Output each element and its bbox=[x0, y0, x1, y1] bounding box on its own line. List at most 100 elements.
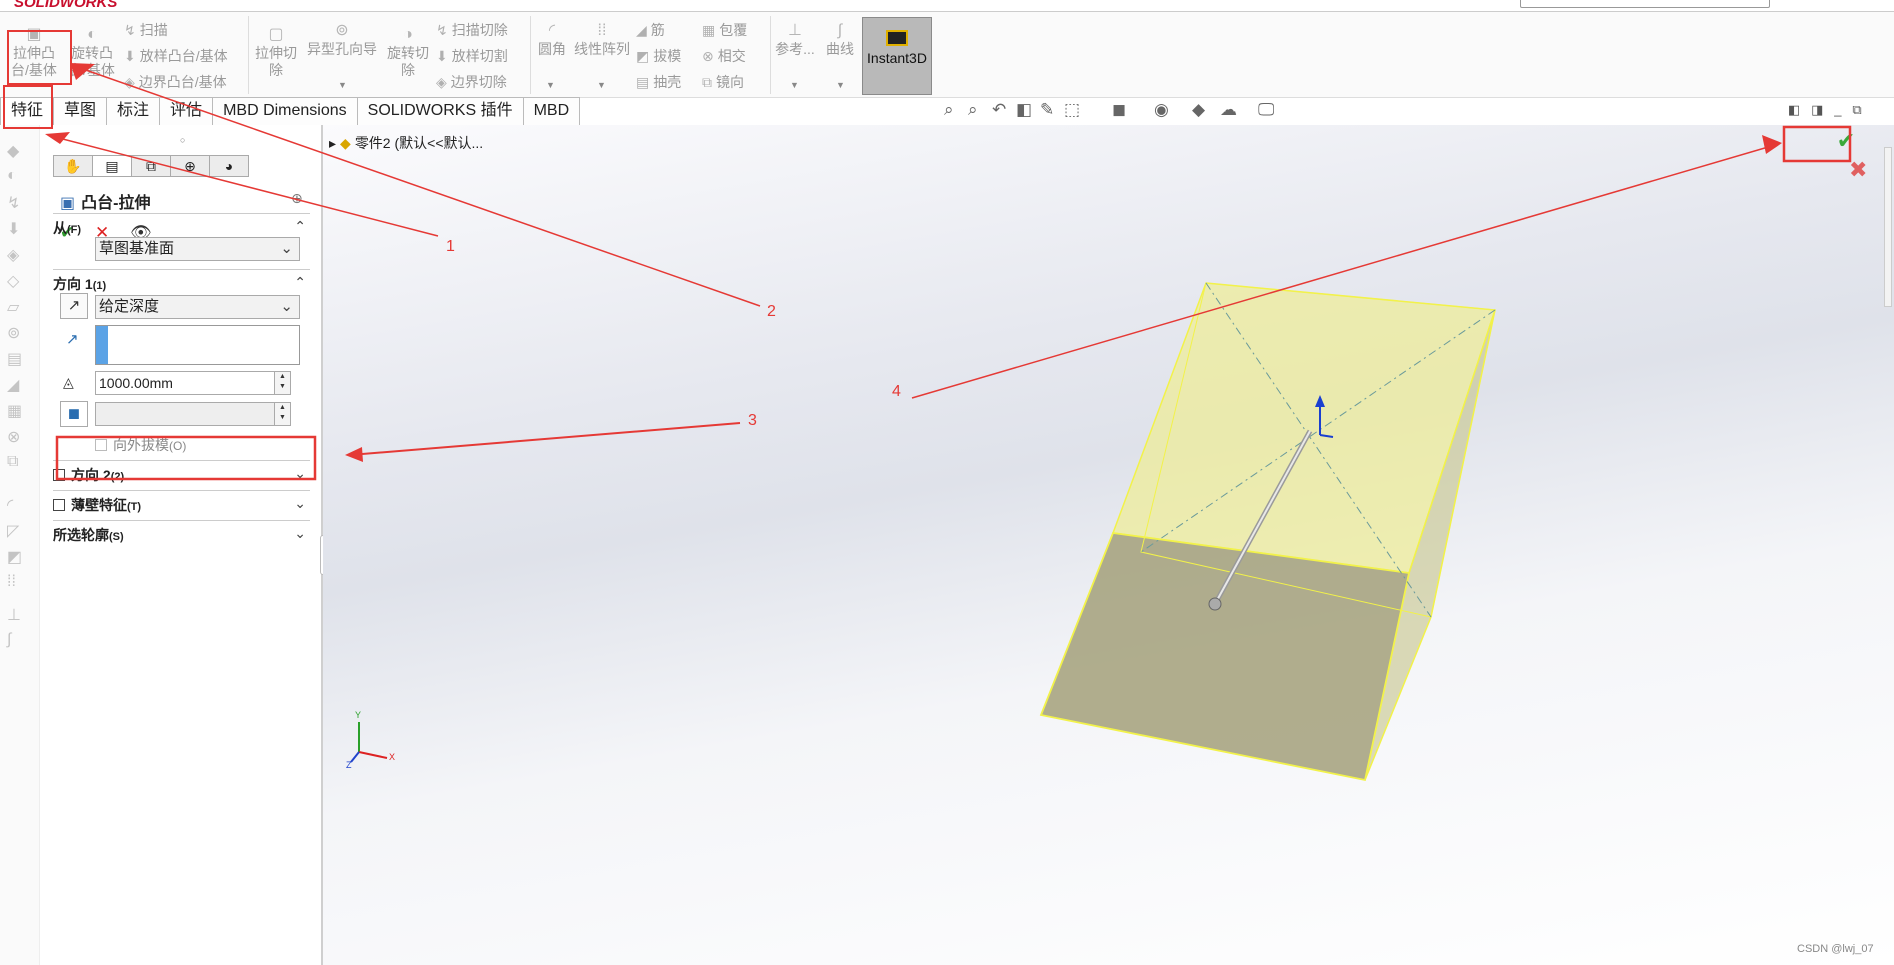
chevron-down-icon[interactable]: ▼ bbox=[338, 80, 347, 90]
end-condition-select[interactable]: 给定深度 ⌄ bbox=[95, 295, 300, 319]
view-settings-icon[interactable]: 🖵 bbox=[1258, 100, 1274, 120]
sweep-button[interactable]: ↯ 扫描 bbox=[124, 20, 168, 40]
reference-icon[interactable]: ⊥ bbox=[7, 605, 21, 625]
view-orientation-icon[interactable]: ⬚ bbox=[1064, 100, 1080, 120]
curves-icon[interactable]: ∫ bbox=[7, 631, 11, 649]
panel-collapse-handle[interactable]: ○ bbox=[180, 135, 185, 145]
property-manager-tab-icon[interactable]: ▤ bbox=[92, 155, 132, 177]
direction2-section[interactable]: 方向 2(2) ⌄ bbox=[53, 460, 310, 485]
drag-handle[interactable] bbox=[1208, 597, 1222, 611]
fillet-icon[interactable]: ◜ bbox=[7, 495, 13, 515]
chevron-down-icon[interactable]: ⌄ bbox=[294, 465, 306, 482]
display-manager-tab-icon[interactable]: ◕ bbox=[209, 155, 249, 177]
chevron-down-icon[interactable]: ▼ bbox=[790, 80, 799, 90]
thin-feature-checkbox[interactable] bbox=[53, 499, 65, 511]
from-start-select[interactable]: 草图基准面 ⌄ bbox=[95, 237, 300, 261]
thin-feature-section[interactable]: 薄壁特征(T) ⌄ bbox=[53, 490, 310, 515]
direction-reference-box[interactable] bbox=[95, 325, 300, 365]
rib-icon[interactable]: ◢ bbox=[7, 375, 19, 395]
draft-button[interactable]: ◩ 拔模 bbox=[636, 46, 681, 66]
from-section[interactable]: 从(F) ⌃ bbox=[53, 213, 310, 238]
reverse-direction-button[interactable]: ↗ bbox=[60, 293, 88, 319]
instant3d-button[interactable]: Instant3D bbox=[862, 17, 932, 95]
zoom-to-area-icon[interactable]: ⌕ bbox=[968, 100, 978, 120]
zoom-to-fit-icon[interactable]: ⌕ bbox=[944, 100, 954, 120]
intersect-button[interactable]: ⊗ 相交 bbox=[702, 46, 746, 66]
lofted-cut-button[interactable]: ⬇ 放样切割 bbox=[436, 46, 508, 66]
cut-icon[interactable]: ◇ bbox=[7, 271, 19, 291]
dimxpert-manager-tab-icon[interactable]: ⊕ bbox=[170, 155, 210, 177]
boundary-boss-button[interactable]: ◈ 边界凸台/基体 bbox=[124, 72, 227, 92]
draft-icon[interactable]: ◩ bbox=[7, 547, 22, 567]
tab-solidworks-addins[interactable]: SOLIDWORKS 插件 bbox=[356, 97, 524, 125]
restore-icon[interactable]: ⧉ bbox=[1852, 102, 1861, 117]
linear-pattern-button[interactable]: ⁞⁞ 线性阵列 bbox=[572, 22, 632, 58]
draft-outward-checkbox[interactable]: 向外拔模(O) bbox=[95, 435, 186, 455]
display-style-icon[interactable]: ◼ bbox=[1112, 100, 1126, 120]
rib-button[interactable]: ◢ 筋 bbox=[636, 20, 665, 40]
pattern-icon[interactable]: ⁞⁞ bbox=[7, 573, 16, 591]
swept-cut-button[interactable]: ↯ 扫描切除 bbox=[436, 20, 508, 40]
tab-mbd-dimensions[interactable]: MBD Dimensions bbox=[212, 97, 358, 125]
depth-input[interactable]: 1000.00mm bbox=[95, 371, 285, 395]
hole-wizard-button[interactable]: ⊚ 异型孔向导 bbox=[304, 22, 380, 58]
hide-show-items-icon[interactable]: ◉ bbox=[1154, 100, 1169, 120]
chevron-down-icon[interactable]: ⌄ bbox=[294, 525, 306, 542]
chevron-down-icon[interactable]: ⌄ bbox=[294, 495, 306, 512]
tile-right-icon[interactable]: ◨ bbox=[1811, 102, 1823, 117]
wrap-icon[interactable]: ▦ bbox=[7, 401, 22, 421]
tab-evaluate[interactable]: 评估 bbox=[159, 97, 214, 125]
intersect-icon[interactable]: ⊗ bbox=[7, 427, 20, 447]
curves-button[interactable]: ∫ 曲线 bbox=[822, 22, 858, 58]
depth-spinner[interactable]: ▲ ▼ bbox=[274, 371, 291, 395]
draft-angle-spinner[interactable]: ▲ ▼ bbox=[274, 402, 291, 426]
chevron-up-icon[interactable]: ⌃ bbox=[294, 274, 306, 291]
chevron-down-icon[interactable]: ▼ bbox=[836, 80, 845, 90]
previous-view-icon[interactable]: ↶ bbox=[992, 100, 1006, 120]
chamfer-icon[interactable]: ◸ bbox=[7, 521, 19, 541]
extrude-cut-button[interactable]: ▢ 拉伸切 除 bbox=[252, 26, 300, 79]
shell-icon[interactable]: ▤ bbox=[7, 349, 22, 369]
revolve-boss-button[interactable]: ◐ 旋转凸 台/基体 bbox=[66, 26, 118, 79]
search-input[interactable] bbox=[1520, 0, 1770, 8]
chevron-up-icon[interactable]: ⌃ bbox=[294, 218, 306, 235]
revolve-cut-button[interactable]: ◑ 旋转切 除 bbox=[384, 26, 432, 79]
direction1-section[interactable]: 方向 1(1) ⌃ bbox=[53, 269, 310, 294]
tab-features[interactable]: 特征 bbox=[0, 97, 55, 125]
revolve-icon[interactable]: ◐ bbox=[7, 167, 17, 185]
wrap-button[interactable]: ▦ 包覆 bbox=[702, 20, 747, 40]
extrude-boss-button[interactable]: ▣ 拉伸凸 台/基体 bbox=[8, 26, 60, 79]
boundary-cut-button[interactable]: ◈ 边界切除 bbox=[436, 72, 507, 92]
direction2-checkbox[interactable] bbox=[53, 469, 65, 481]
extrude-icon[interactable]: ◆ bbox=[7, 141, 19, 161]
reference-geometry-button[interactable]: ⊥ 参考... bbox=[774, 22, 816, 58]
sweep-icon[interactable]: ↯ bbox=[7, 193, 20, 213]
draft-angle-input[interactable] bbox=[95, 402, 285, 426]
minimize-icon[interactable]: _ bbox=[1834, 102, 1841, 117]
loft-button[interactable]: ⬇ 放样凸台/基体 bbox=[124, 46, 228, 66]
tab-mbd[interactable]: MBD bbox=[522, 97, 581, 125]
shell-button[interactable]: ▤ 抽壳 bbox=[636, 72, 681, 92]
dynamic-annotation-icon[interactable]: ✎ bbox=[1040, 100, 1054, 120]
tab-sketch[interactable]: 草图 bbox=[53, 97, 108, 125]
draft-on-off-button[interactable]: ◼ bbox=[60, 401, 88, 427]
mirror-button[interactable]: ⧉ 镜向 bbox=[702, 72, 744, 92]
hole-icon[interactable]: ⊚ bbox=[7, 323, 20, 343]
tile-left-icon[interactable]: ◧ bbox=[1788, 102, 1800, 117]
edit-appearance-icon[interactable]: ◆ bbox=[1192, 100, 1205, 120]
boundary-icon[interactable]: ◈ bbox=[7, 245, 19, 265]
selected-contours-section[interactable]: 所选轮廓(S) ⌄ bbox=[53, 520, 310, 545]
feature-manager-tab-icon[interactable]: ✋ bbox=[53, 155, 93, 177]
mirror-icon[interactable]: ⧉ bbox=[7, 453, 18, 471]
configuration-manager-tab-icon[interactable]: ⧉ bbox=[131, 155, 171, 177]
fillet-button[interactable]: ◜ 圆角 bbox=[534, 22, 570, 58]
help-icon[interactable]: ⊕ bbox=[291, 190, 303, 207]
plane-icon[interactable]: ▱ bbox=[7, 297, 19, 317]
apply-scene-icon[interactable]: ☁ bbox=[1220, 100, 1237, 120]
tab-markup[interactable]: 标注 bbox=[106, 97, 161, 125]
section-view-icon[interactable]: ◧ bbox=[1016, 100, 1032, 120]
loft-icon[interactable]: ⬇ bbox=[7, 219, 20, 239]
chevron-down-icon[interactable]: ▼ bbox=[546, 80, 555, 90]
graphics-area[interactable]: ▸ ◆ 零件2 (默认<<默认... ✔ ✖ Y X Z bbox=[323, 125, 1894, 965]
chevron-down-icon[interactable]: ▼ bbox=[597, 80, 606, 90]
